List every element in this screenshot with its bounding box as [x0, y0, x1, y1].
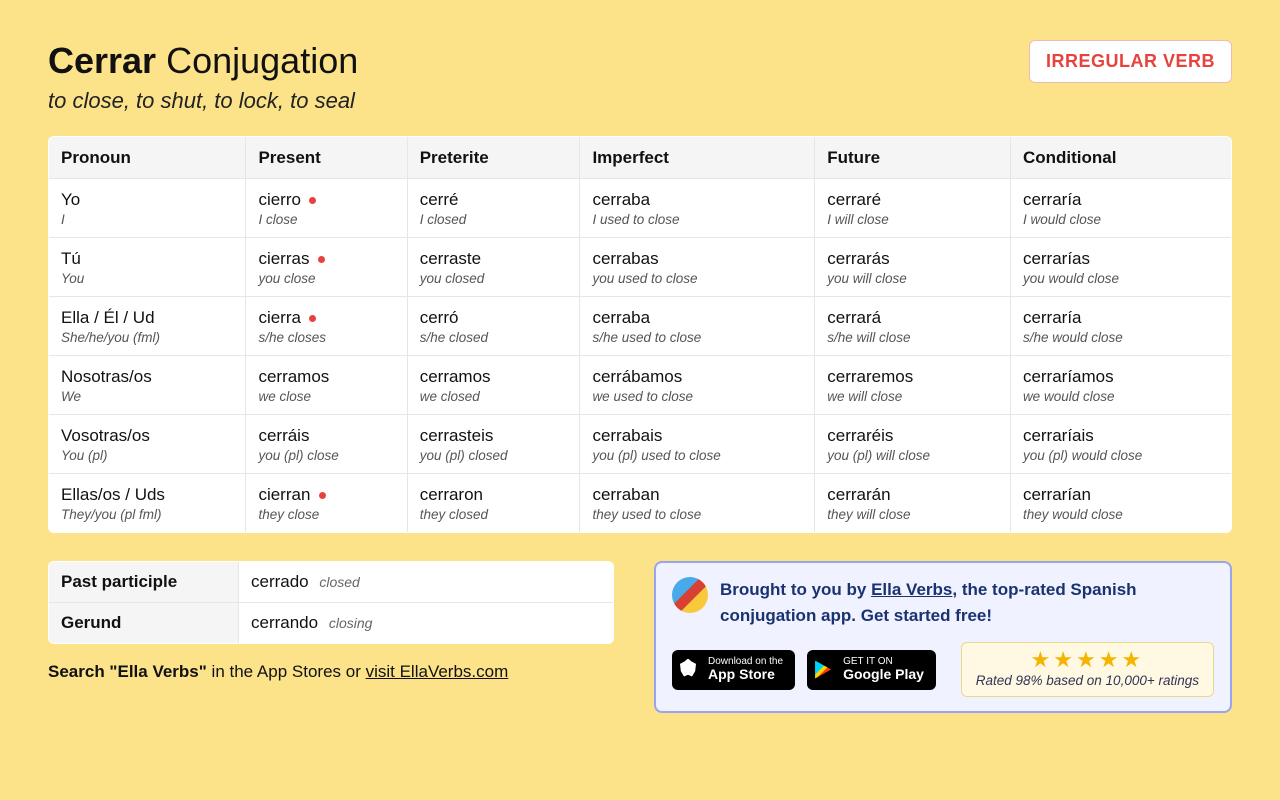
- visit-site-link[interactable]: visit EllaVerbs.com: [366, 662, 509, 681]
- conjugation-cell: cerraríasyou would close: [1010, 238, 1231, 297]
- gerund-label: Gerund: [49, 603, 239, 644]
- conjugation-cell: cerráisyou (pl) close: [246, 415, 407, 474]
- table-row: YoIcierro I closecerréI closedcerrabaI u…: [49, 179, 1232, 238]
- search-hint: Search "Ella Verbs" in the App Stores or…: [48, 662, 614, 682]
- conjugation-cell: cerrabaisyou (pl) used to close: [580, 415, 815, 474]
- conjugation-cell: cerrasteyou closed: [407, 238, 580, 297]
- column-header: Future: [815, 137, 1011, 179]
- table-row: TúYoucierras you closecerrasteyou closed…: [49, 238, 1232, 297]
- table-row: Nosotras/osWecerramoswe closecerramoswe …: [49, 356, 1232, 415]
- table-row: Ella / Él / UdShe/he/you (fml)cierra s/h…: [49, 297, 1232, 356]
- rating-box: ★★★★★ Rated 98% based on 10,000+ ratings: [961, 642, 1214, 697]
- conjugation-cell: cerrasteisyou (pl) closed: [407, 415, 580, 474]
- google-play-icon: [815, 661, 831, 679]
- participle-table: Past participle cerrado closed Gerund ce…: [48, 561, 614, 644]
- conjugation-cell: cerraríanthey would close: [1010, 474, 1231, 533]
- conjugation-cell: cerrábamoswe used to close: [580, 356, 815, 415]
- conjugation-cell: cerraremoswe will close: [815, 356, 1011, 415]
- irregular-dot-icon: [309, 315, 316, 322]
- pronoun-cell: Vosotras/osYou (pl): [49, 415, 246, 474]
- irregular-dot-icon: [309, 197, 316, 204]
- past-participle-label: Past participle: [49, 562, 239, 603]
- conjugation-cell: cerraránthey will close: [815, 474, 1011, 533]
- conjugation-cell: cerramoswe close: [246, 356, 407, 415]
- page-title: Cerrar Conjugation: [48, 40, 358, 82]
- conjugation-cell: cerrabaI used to close: [580, 179, 815, 238]
- conjugation-cell: cerraronthey closed: [407, 474, 580, 533]
- pronoun-cell: YoI: [49, 179, 246, 238]
- verb-name: Cerrar: [48, 40, 156, 81]
- conjugation-cell: cierras you close: [246, 238, 407, 297]
- conjugation-cell: cerrabas/he used to close: [580, 297, 815, 356]
- past-participle-value: cerrado closed: [239, 562, 614, 603]
- conjugation-cell: cierran they close: [246, 474, 407, 533]
- conjugation-cell: cerramoswe closed: [407, 356, 580, 415]
- conjugation-cell: cierro I close: [246, 179, 407, 238]
- conjugation-table: PronounPresentPreteriteImperfectFutureCo…: [48, 136, 1232, 533]
- conjugation-cell: cierra s/he closes: [246, 297, 407, 356]
- pronoun-cell: Ellas/os / UdsThey/you (pl fml): [49, 474, 246, 533]
- column-header: Present: [246, 137, 407, 179]
- column-header: Conditional: [1010, 137, 1231, 179]
- table-row: Ellas/os / UdsThey/you (pl fml)cierran t…: [49, 474, 1232, 533]
- conjugation-cell: cerrarásyou will close: [815, 238, 1011, 297]
- column-header: Imperfect: [580, 137, 815, 179]
- conjugation-cell: cerraríaisyou (pl) would close: [1010, 415, 1231, 474]
- google-play-button[interactable]: GET IT ON Google Play: [807, 650, 936, 690]
- conjugation-cell: cerraríaI would close: [1010, 179, 1231, 238]
- table-row: Vosotras/osYou (pl)cerráisyou (pl) close…: [49, 415, 1232, 474]
- column-header: Pronoun: [49, 137, 246, 179]
- irregular-dot-icon: [319, 492, 326, 499]
- star-icons: ★★★★★: [976, 649, 1199, 671]
- promo-app-icon: [672, 577, 708, 613]
- pronoun-cell: Nosotras/osWe: [49, 356, 246, 415]
- conjugation-cell: cerrabanthey used to close: [580, 474, 815, 533]
- conjugation-cell: cerréI closed: [407, 179, 580, 238]
- conjugation-cell: cerrós/he closed: [407, 297, 580, 356]
- conjugation-cell: cerraríamoswe would close: [1010, 356, 1231, 415]
- conjugation-cell: cerrabasyou used to close: [580, 238, 815, 297]
- conjugation-cell: cerrarías/he would close: [1010, 297, 1231, 356]
- pronoun-cell: TúYou: [49, 238, 246, 297]
- apple-icon: [680, 659, 700, 681]
- irregular-dot-icon: [318, 256, 325, 263]
- conjugation-cell: cerraréI will close: [815, 179, 1011, 238]
- conjugation-cell: cerraréisyou (pl) will close: [815, 415, 1011, 474]
- conjugation-cell: cerrarás/he will close: [815, 297, 1011, 356]
- column-header: Preterite: [407, 137, 580, 179]
- irregular-badge: IRREGULAR VERB: [1029, 40, 1232, 83]
- title-suffix: Conjugation: [166, 40, 358, 81]
- promo-box: Brought to you by Ella Verbs, the top-ra…: [654, 561, 1232, 713]
- ella-verbs-link[interactable]: Ella Verbs: [871, 580, 952, 599]
- app-store-button[interactable]: Download on the App Store: [672, 650, 795, 690]
- pronoun-cell: Ella / Él / UdShe/he/you (fml): [49, 297, 246, 356]
- verb-translation: to close, to shut, to lock, to seal: [48, 88, 358, 114]
- gerund-value: cerrando closing: [239, 603, 614, 644]
